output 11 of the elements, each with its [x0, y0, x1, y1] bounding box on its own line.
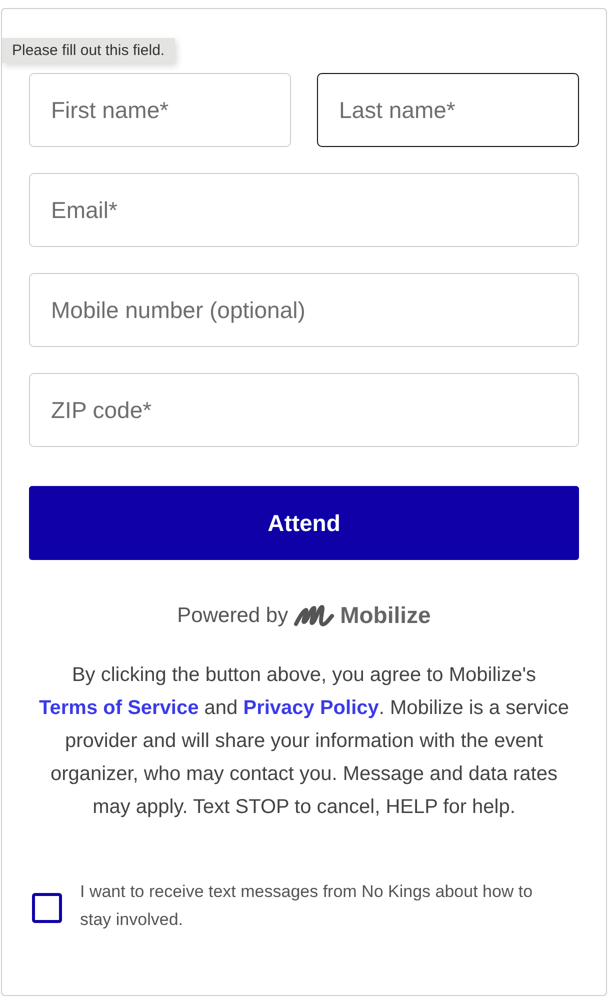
policy-link[interactable]: Terms of Service [39, 697, 199, 719]
checkbox[interactable] [32, 893, 62, 923]
policy-link[interactable]: Privacy Policy [243, 697, 379, 719]
logo-icon [294, 604, 334, 628]
brand-name: Mobilize [340, 602, 431, 629]
validation-tooltip: Please fill out this field. [2, 38, 175, 63]
powered-by-text: Powered by [177, 604, 288, 628]
input-field[interactable]: Last name* [317, 73, 579, 147]
opt-in-label: I want to receive text messages from No Kings about how to stay involved. [80, 881, 534, 931]
disclaimer-text: By clicking the button above, you agree to Mobilize's Terms of Service and Privacy Policy. Mobilize is a service provider and will share your information with the event organizer, who may contact you. Message and data rates may apply. Text STOP to cancel, HELP for help. [38, 663, 570, 820]
attend-button[interactable]: Attend [29, 486, 579, 560]
